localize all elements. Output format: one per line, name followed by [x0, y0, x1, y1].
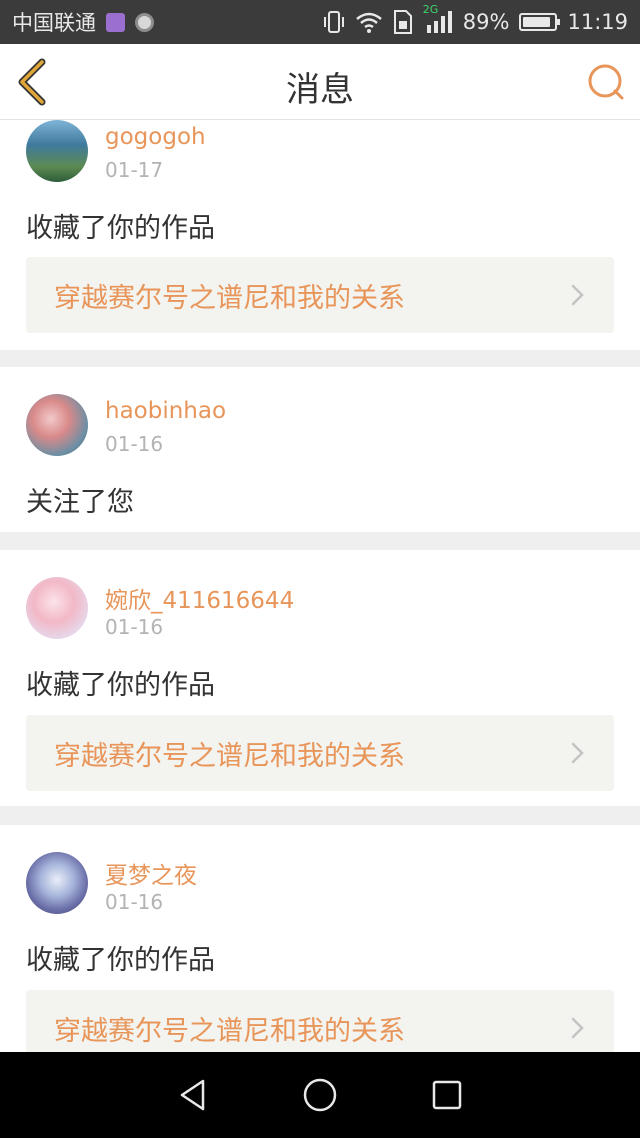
avatar[interactable] [26, 577, 88, 639]
wifi-icon [355, 12, 382, 33]
avatar[interactable] [26, 852, 88, 914]
message-card[interactable]: haobinhao 01-16 关注了您 [0, 367, 640, 532]
chevron-right-icon [571, 742, 584, 764]
message-card[interactable]: gogogoh 01-17 收藏了你的作品 穿越赛尔号之谱尼和我的关系 [0, 120, 640, 350]
back-triangle-icon[interactable] [177, 1078, 209, 1112]
battery-level [523, 17, 551, 27]
gallery-notification-icon [106, 12, 125, 32]
status-right: 2G 89% 11:19 [323, 3, 628, 35]
sim-icon [393, 10, 412, 34]
work-link[interactable]: 穿越赛尔号之谱尼和我的关系 [26, 257, 614, 333]
message-date: 01-17 [105, 158, 164, 182]
home-circle-icon[interactable] [302, 1077, 338, 1113]
search-icon[interactable] [586, 62, 626, 102]
username[interactable]: 婉欣_411616644 [105, 581, 294, 615]
work-title: 穿越赛尔号之谱尼和我的关系 [54, 740, 405, 772]
username[interactable]: haobinhao [105, 398, 226, 424]
app-notification-icon [135, 12, 154, 32]
chevron-right-icon [571, 284, 584, 306]
message-date: 01-16 [105, 615, 164, 639]
clock: 11:19 [567, 10, 628, 34]
status-left: 中国联通 [12, 7, 154, 37]
message-action: 关注了您 [26, 487, 134, 518]
vibrate-icon [323, 11, 344, 33]
message-action: 收藏了你的作品 [26, 213, 215, 244]
avatar[interactable] [26, 394, 88, 456]
message-action: 收藏了你的作品 [26, 945, 215, 976]
chevron-right-icon [571, 1017, 584, 1039]
message-action: 收藏了你的作品 [26, 670, 215, 701]
message-card[interactable]: 婉欣_411616644 01-16 收藏了你的作品 穿越赛尔号之谱尼和我的关系 [0, 550, 640, 806]
message-list: gogogoh 01-17 收藏了你的作品 穿越赛尔号之谱尼和我的关系 haob… [0, 120, 640, 1052]
message-card[interactable]: 夏梦之夜 01-16 收藏了你的作品 穿越赛尔号之谱尼和我的关系 [0, 825, 640, 1052]
message-date: 01-16 [105, 890, 164, 914]
work-link[interactable]: 穿越赛尔号之谱尼和我的关系 [26, 990, 614, 1052]
signal-icon: 2G [423, 3, 453, 35]
nav-bar: 消息 [0, 44, 640, 120]
message-date: 01-16 [105, 432, 164, 456]
recents-square-icon[interactable] [431, 1079, 463, 1111]
page-title: 消息 [286, 70, 354, 110]
username[interactable]: gogogoh [105, 124, 206, 150]
work-title: 穿越赛尔号之谱尼和我的关系 [54, 282, 405, 314]
username[interactable]: 夏梦之夜 [105, 856, 197, 890]
avatar[interactable] [26, 120, 88, 182]
work-title: 穿越赛尔号之谱尼和我的关系 [54, 1015, 405, 1047]
carrier-label: 中国联通 [12, 11, 96, 35]
battery-percent: 89% [462, 10, 510, 34]
system-nav-bar [0, 1052, 640, 1138]
work-link[interactable]: 穿越赛尔号之谱尼和我的关系 [26, 715, 614, 791]
battery-icon [519, 13, 561, 31]
status-bar: 中国联通 2G 89% 11:19 [0, 0, 640, 44]
